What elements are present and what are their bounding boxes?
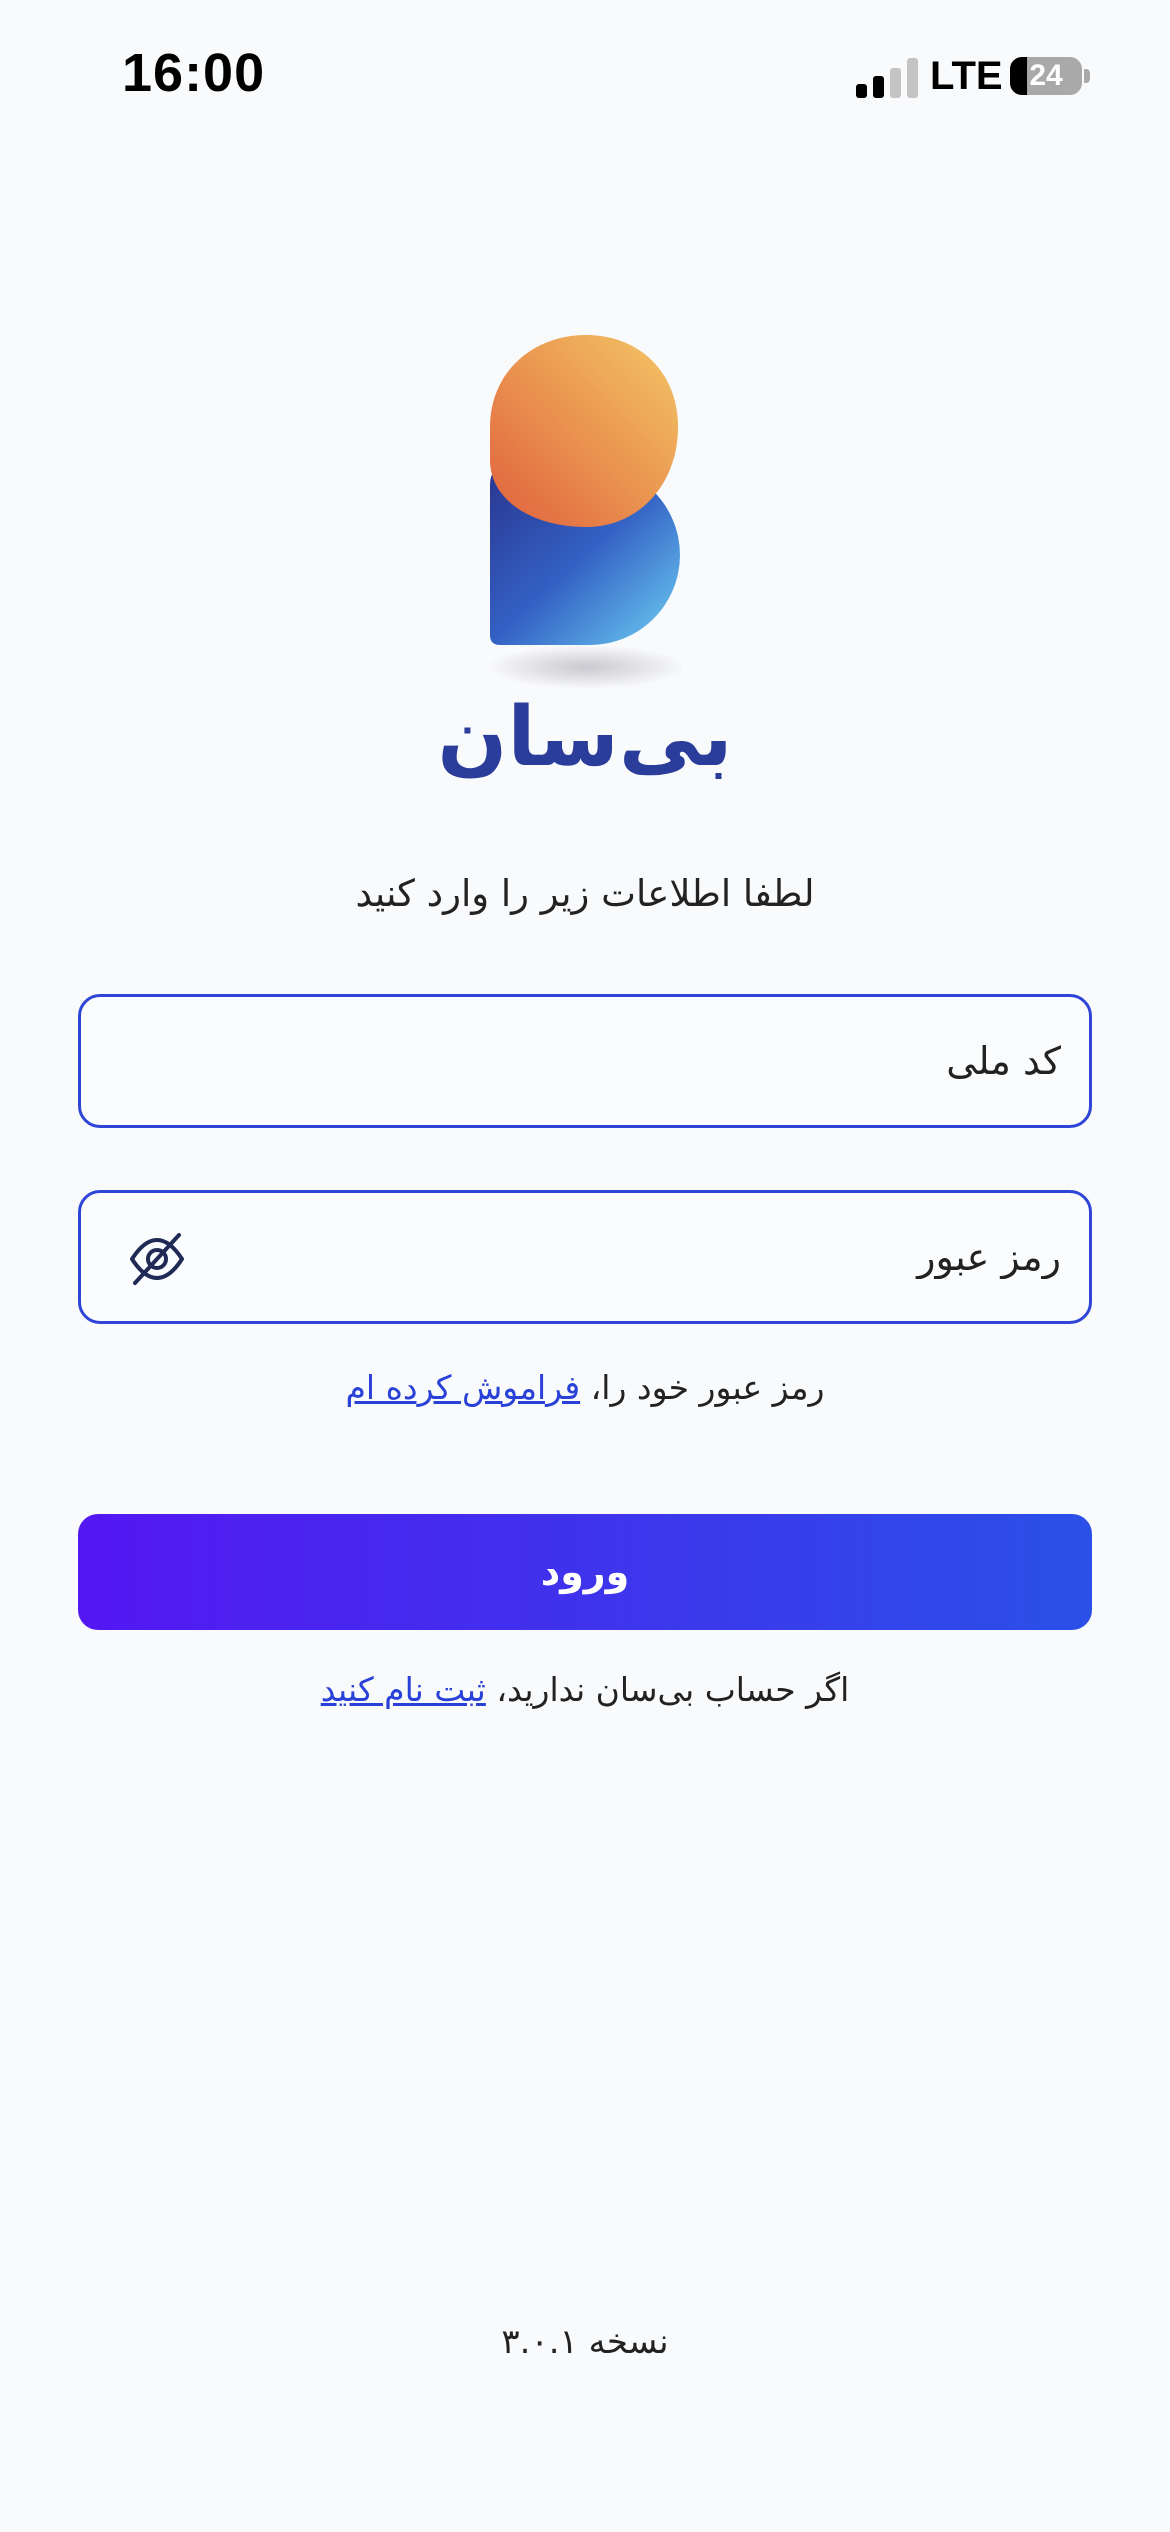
status-time: 16:00	[122, 43, 266, 103]
national-code-input[interactable]	[81, 997, 1089, 1125]
signal-bar-3	[890, 68, 901, 98]
battery-level: 24	[1029, 59, 1063, 92]
app-version: نسخه ۳.۰.۱	[0, 2322, 1170, 2362]
register-prefix: اگر حساب بی‌سان ندارید،	[496, 1670, 850, 1709]
national-code-field[interactable]	[78, 994, 1092, 1128]
version-number: ۳.۰.۱	[501, 2322, 578, 2362]
password-input[interactable]	[81, 1193, 1089, 1321]
signal-bar-2	[873, 76, 884, 98]
status-bar: 16:00 LTE 24	[0, 0, 1170, 150]
logo-orange-shape	[490, 335, 678, 527]
version-label: نسخه	[588, 2322, 669, 2362]
app-logo-icon	[490, 335, 682, 689]
brand-wordmark: بی‌سان	[437, 690, 733, 785]
battery-cap	[1084, 69, 1090, 83]
signal-bar-1	[856, 84, 867, 98]
password-field[interactable]	[78, 1190, 1092, 1324]
login-instruction: لطفا اطلاعات زیر را وارد کنید	[355, 872, 815, 915]
forgot-password-prefix: رمز عبور خود را،	[590, 1368, 825, 1407]
login-button[interactable]: ورود	[78, 1514, 1092, 1630]
forgot-password-row: رمز عبور خود را، فراموش کرده ام	[0, 1368, 1170, 1407]
network-type: LTE	[930, 54, 1003, 98]
logo-shadow	[490, 645, 682, 689]
eye-off-icon[interactable]	[127, 1231, 187, 1287]
register-row: اگر حساب بی‌سان ندارید، ثبت نام کنید	[0, 1670, 1170, 1709]
forgot-password-link[interactable]: فراموش کرده ام	[346, 1368, 581, 1407]
signal-strength-icon	[856, 56, 918, 98]
signal-bar-4	[907, 58, 918, 98]
register-link[interactable]: ثبت نام کنید	[321, 1670, 486, 1709]
battery-icon: 24	[1010, 57, 1082, 95]
